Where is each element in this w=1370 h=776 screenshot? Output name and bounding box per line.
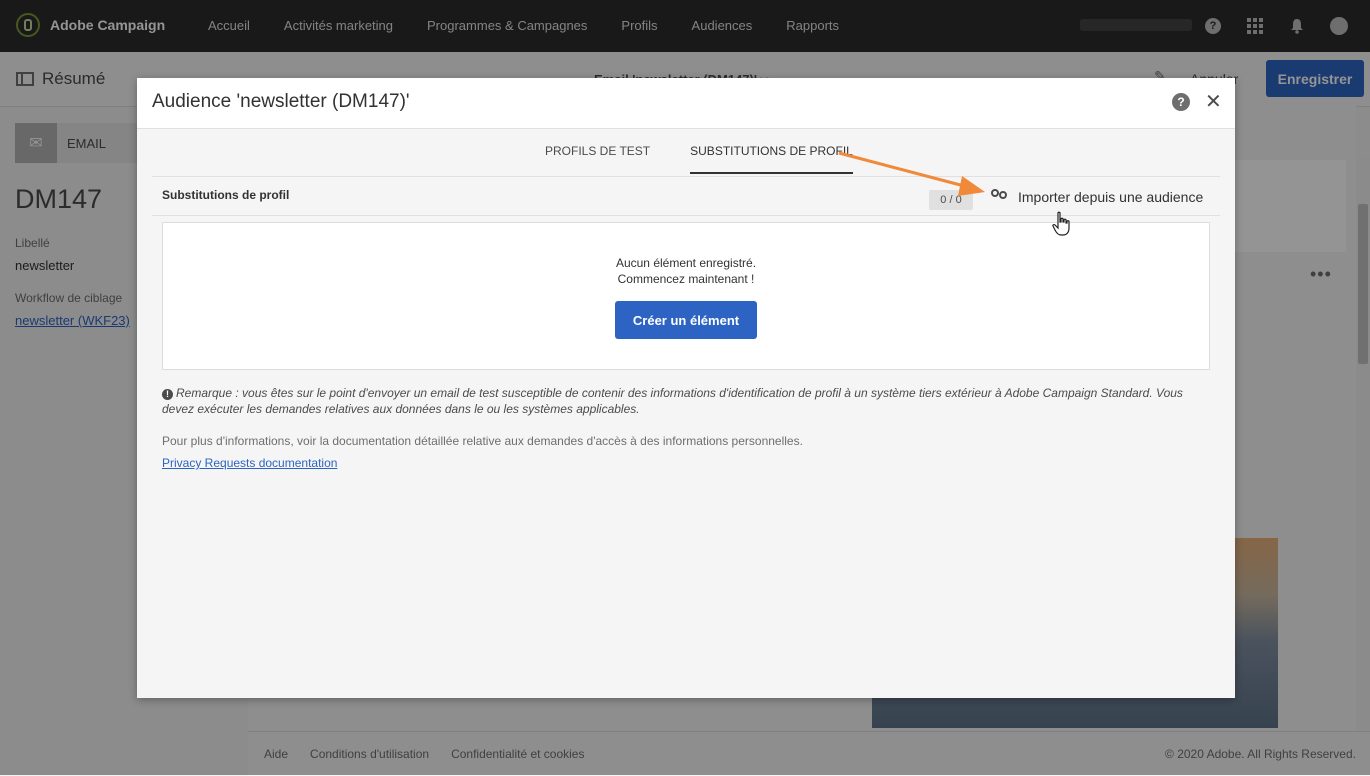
hand-cursor-icon (1052, 211, 1070, 236)
annotation-arrow (838, 151, 985, 196)
